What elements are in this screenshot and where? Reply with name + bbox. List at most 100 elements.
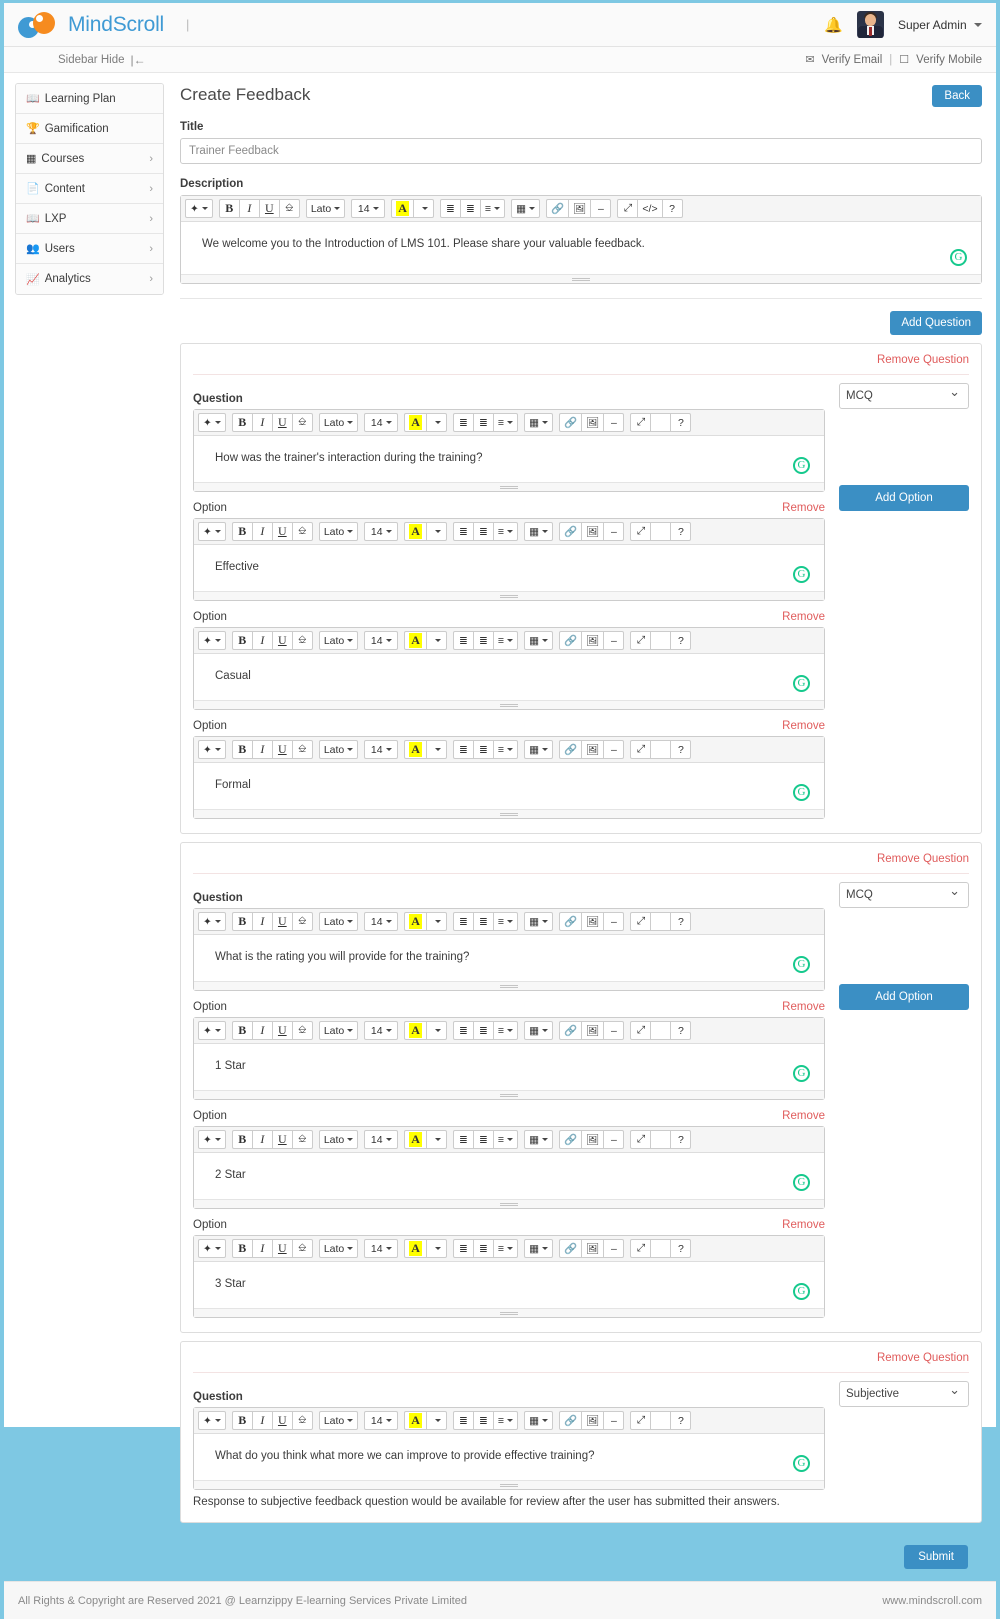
underline-button[interactable]: U [271,1239,293,1258]
fullscreen-icon[interactable]: ⤢ [630,1021,652,1040]
ordered-list-icon[interactable]: ≣ [472,912,494,931]
unordered-list-icon[interactable]: ≣ [452,1411,474,1430]
code-view-icon[interactable] [650,1411,672,1430]
italic-button[interactable]: I [251,522,273,541]
remove-option-link[interactable]: Remove [782,1001,825,1013]
fullscreen-icon[interactable]: ⤢ [630,1130,652,1149]
align-icon[interactable]: ≡ [492,522,519,541]
bold-button[interactable]: B [231,1411,253,1430]
text-color-dropdown[interactable] [412,199,434,218]
code-view-icon[interactable] [650,522,672,541]
sidebar-item-content[interactable]: 📄 Content › [16,174,163,204]
grammarly-icon[interactable]: G [793,1065,810,1082]
sidebar-item-lxp[interactable]: 📖 LXP › [16,204,163,234]
horizontal-rule-icon[interactable]: – [603,631,625,650]
underline-button[interactable]: U [271,522,293,541]
help-icon[interactable]: ? [670,1021,692,1040]
link-icon[interactable]: 🔗 [558,1411,583,1430]
italic-button[interactable]: I [251,1130,273,1149]
align-icon[interactable]: ≡ [479,199,506,218]
editor-resize-handle[interactable] [194,700,824,709]
add-option-button[interactable]: Add Option [839,485,969,511]
magic-wand-icon[interactable]: ✦ [185,199,213,218]
ordered-list-icon[interactable]: ≣ [472,740,494,759]
bold-button[interactable]: B [231,1021,253,1040]
fullscreen-icon[interactable]: ⤢ [630,740,652,759]
code-view-icon[interactable] [650,1130,672,1149]
grammarly-icon[interactable]: G [793,1455,810,1472]
add-question-button[interactable]: Add Question [890,311,982,335]
image-icon[interactable]: 🖼 [581,740,605,759]
help-icon[interactable]: ? [670,1411,692,1430]
unordered-list-icon[interactable]: ≣ [452,1021,474,1040]
font-size-select[interactable]: 14 [364,740,399,759]
help-icon[interactable]: ? [670,912,692,931]
code-view-icon[interactable] [650,1021,672,1040]
help-icon[interactable]: ? [670,740,692,759]
sidebar-item-users[interactable]: 👥 Users › [16,234,163,264]
remove-option-link[interactable]: Remove [782,1110,825,1122]
image-icon[interactable]: 🖼 [581,1239,605,1258]
link-icon[interactable]: 🔗 [558,631,583,650]
text-color-button[interactable]: A [404,1130,427,1149]
link-icon[interactable]: 🔗 [558,1130,583,1149]
align-icon[interactable]: ≡ [492,413,519,432]
font-size-select[interactable]: 14 [364,413,399,432]
unordered-list-icon[interactable]: ≣ [452,631,474,650]
code-view-icon[interactable] [650,912,672,931]
remove-question-link[interactable]: Remove Question [193,1352,969,1372]
underline-button[interactable]: U [271,912,293,931]
unordered-list-icon[interactable]: ≣ [452,522,474,541]
eraser-icon[interactable]: ⎒ [291,1239,313,1258]
image-icon[interactable]: 🖼 [581,631,605,650]
fullscreen-icon[interactable]: ⤢ [630,1411,652,1430]
text-color-dropdown[interactable] [425,1021,447,1040]
underline-button[interactable]: U [271,1411,293,1430]
font-family-select[interactable]: Lato [305,199,346,218]
fullscreen-icon[interactable]: ⤢ [630,413,652,432]
italic-button[interactable]: I [251,912,273,931]
code-view-icon[interactable] [650,413,672,432]
remove-option-link[interactable]: Remove [782,1219,825,1231]
horizontal-rule-icon[interactable]: – [603,1130,625,1149]
option-editor-0-1-text-area[interactable]: Casual G [194,654,824,700]
unordered-list-icon[interactable]: ≣ [439,199,461,218]
bold-button[interactable]: B [218,199,240,218]
ordered-list-icon[interactable]: ≣ [472,522,494,541]
font-size-select[interactable]: 14 [351,199,386,218]
text-color-dropdown[interactable] [425,740,447,759]
table-icon[interactable]: ▦ [524,740,553,759]
italic-button[interactable]: I [251,740,273,759]
font-size-select[interactable]: 14 [364,912,399,931]
font-size-select[interactable]: 14 [364,1411,399,1430]
underline-button[interactable]: U [271,631,293,650]
align-icon[interactable]: ≡ [492,1239,519,1258]
option-editor-0-0-text-area[interactable]: Effective G [194,545,824,591]
unordered-list-icon[interactable]: ≣ [452,413,474,432]
underline-button[interactable]: U [271,413,293,432]
editor-resize-handle[interactable] [194,1308,824,1317]
link-icon[interactable]: 🔗 [558,740,583,759]
align-icon[interactable]: ≡ [492,1411,519,1430]
table-icon[interactable]: ▦ [524,1411,553,1430]
brand-logo[interactable]: MindScroll [18,11,164,38]
grammarly-icon[interactable]: G [793,1174,810,1191]
horizontal-rule-icon[interactable]: – [603,912,625,931]
code-view-icon[interactable] [650,631,672,650]
table-icon[interactable]: ▦ [511,199,540,218]
grammarly-icon[interactable]: G [950,249,967,266]
font-family-select[interactable]: Lato [318,912,359,931]
sidebar-item-gamification[interactable]: 🏆 Gamification [16,114,163,144]
eraser-icon[interactable]: ⎒ [291,1411,313,1430]
text-color-button[interactable]: A [404,1411,427,1430]
horizontal-rule-icon[interactable]: – [603,1411,625,1430]
grammarly-icon[interactable]: G [793,457,810,474]
ordered-list-icon[interactable]: ≣ [472,413,494,432]
text-color-button[interactable]: A [404,740,427,759]
align-icon[interactable]: ≡ [492,912,519,931]
image-icon[interactable]: 🖼 [568,199,592,218]
ordered-list-icon[interactable]: ≣ [472,1130,494,1149]
back-button[interactable]: Back [932,85,982,107]
table-icon[interactable]: ▦ [524,1130,553,1149]
option-editor-1-1-text-area[interactable]: 2 Star G [194,1153,824,1199]
